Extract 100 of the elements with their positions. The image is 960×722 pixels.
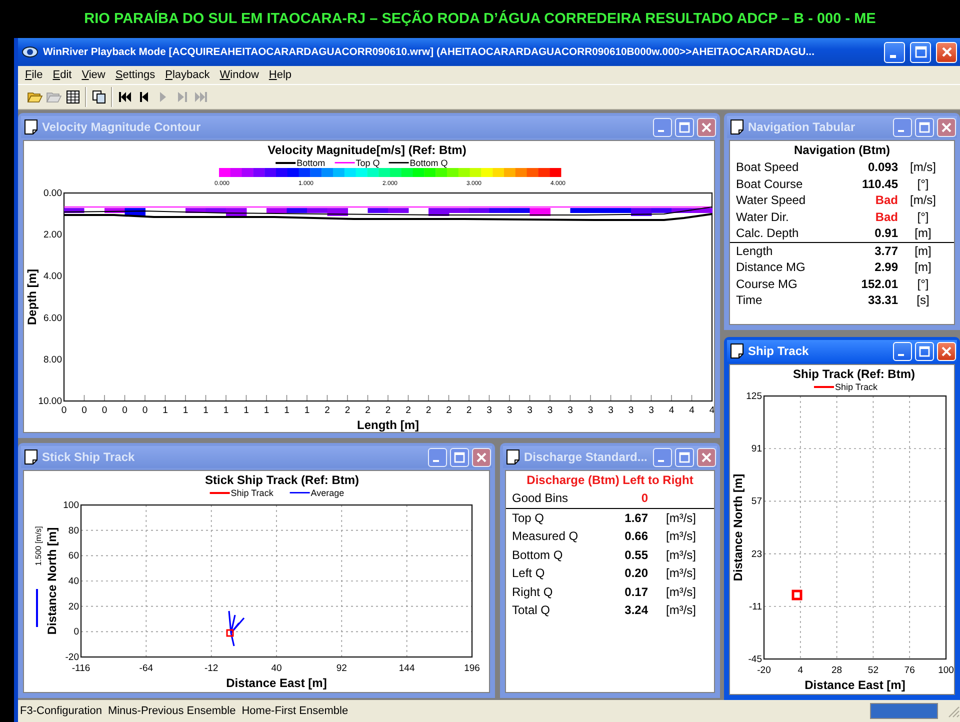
legend-label: Average	[310, 488, 344, 498]
minimize-button[interactable]	[893, 118, 912, 136]
window-title: Discharge Standard...	[524, 450, 648, 464]
tick-label: 0	[61, 405, 67, 416]
row-label: Left Q	[512, 566, 546, 580]
row-label: Total Q	[512, 603, 552, 618]
row-label: Measured Q	[512, 529, 580, 544]
menu-item[interactable]: Edit	[48, 69, 77, 81]
row-unit: [m]	[914, 226, 932, 240]
row-value: 110.45	[860, 176, 898, 191]
tick-label: 6.00	[44, 312, 62, 324]
tick-label: 144	[398, 663, 415, 674]
document-icon	[23, 119, 39, 135]
maximize-icon	[919, 122, 930, 132]
tick-label: 2	[344, 405, 350, 416]
row-value: 2.99	[874, 260, 898, 274]
tick-label: 3	[486, 405, 492, 416]
tick-label: -20	[757, 665, 771, 676]
row-unit: [m/s]	[909, 193, 937, 208]
row-label: Top Q	[512, 510, 546, 525]
tick-label: 3	[628, 405, 634, 416]
tick-label: 1	[284, 405, 290, 416]
row-label: Good Bins	[512, 491, 570, 506]
chart-title: Velocity Magnitude[m/s] (Ref: Btm)	[268, 143, 466, 157]
menu-item[interactable]: View	[76, 69, 110, 81]
maximize-button[interactable]	[450, 448, 469, 466]
row-unit: [m]	[914, 244, 932, 258]
document-icon	[23, 449, 39, 465]
status-text: F3-Configuration	[20, 705, 102, 717]
tick-label: 91	[751, 444, 762, 455]
axis-title: Distance East [m]	[226, 676, 327, 690]
chart-title: Stick Ship Track (Ref: Btm)	[204, 473, 360, 487]
window-title: Ship Track	[748, 344, 810, 358]
row-value: 0.55	[624, 548, 648, 562]
tick-label: 100	[938, 665, 954, 676]
minimize-button[interactable]	[428, 448, 447, 466]
legend-label: Bottom	[296, 158, 326, 168]
window-title: WinRiver Playback Mode [ACQUIREAHEITAOCARARDAGUACORR090610.wrw] (AHEITAOCARARDAGUACORR090610B000w.000>>AHEITAOCARARDAGU...	[43, 46, 816, 58]
tick-label: 0	[82, 405, 87, 416]
document-icon	[729, 119, 745, 135]
row-value: 0.20	[624, 566, 648, 580]
axis-title: Distance East [m]	[804, 678, 906, 692]
tick-label: 76	[904, 665, 915, 676]
close-button[interactable]	[697, 118, 716, 136]
row-label: Course MG	[736, 276, 798, 291]
window-title: Navigation Tabular	[748, 120, 856, 134]
minimize-button[interactable]	[653, 118, 672, 136]
tick-label: 2	[446, 405, 452, 416]
minimize-icon	[890, 54, 896, 58]
minimize-icon	[898, 130, 904, 132]
tick-label: 3	[608, 405, 614, 416]
close-button[interactable]	[472, 448, 491, 466]
tick-label: 4.00	[44, 271, 62, 282]
minimize-button[interactable]	[653, 448, 672, 466]
eye-icon	[22, 46, 38, 58]
row-unit: [m³/s]	[665, 584, 697, 599]
maximize-button[interactable]	[675, 448, 694, 466]
row-label: Water Dir.	[736, 210, 790, 224]
close-button[interactable]	[937, 118, 956, 136]
row-value: 33.31	[866, 293, 898, 308]
menu-item[interactable]: Help	[264, 69, 297, 81]
tick-label: 125	[746, 391, 762, 402]
tick-label: 3	[648, 405, 654, 416]
tick-label: 2	[406, 405, 411, 416]
document-icon	[505, 449, 521, 465]
menu-item[interactable]: Window	[214, 69, 264, 81]
resize-grip-icon[interactable]	[946, 704, 960, 718]
menu-item[interactable]: Playback	[160, 69, 215, 81]
axis-title: Distance North [m]	[731, 474, 745, 582]
maximize-button[interactable]	[915, 118, 934, 136]
tick-label: 2	[385, 405, 391, 416]
maximize-icon	[914, 46, 926, 58]
copy-icon	[90, 89, 106, 105]
menu-item[interactable]: Settings	[110, 69, 160, 81]
tick-label: 80	[68, 525, 79, 536]
row-value: 0	[640, 491, 648, 506]
row-value: 152.01	[860, 276, 898, 291]
maximize-button[interactable]	[675, 118, 694, 136]
close-icon	[476, 452, 487, 462]
status-text: Home-First Ensemble	[242, 705, 348, 717]
tick-label: 20	[68, 601, 79, 612]
tick-label: 1	[203, 405, 208, 416]
tick-label: 4	[709, 405, 714, 416]
ship-track-drawing	[226, 610, 245, 647]
row-label: Boat Course	[736, 176, 804, 191]
close-button[interactable]	[697, 448, 716, 466]
close-icon	[940, 46, 952, 58]
tick-label: 2	[426, 405, 432, 416]
tick-label: 0.00	[44, 188, 62, 199]
tick-label: 1	[304, 405, 310, 416]
tick-label: 196	[464, 663, 480, 674]
minimize-icon	[433, 460, 439, 462]
tick-label: 2	[365, 405, 370, 416]
tick-label: 40	[68, 576, 79, 587]
row-label: Calc. Depth	[736, 226, 800, 240]
row-value: 3.77	[874, 244, 898, 258]
tick-label: 52	[868, 665, 878, 676]
axis-title: Length [m]	[357, 418, 419, 432]
menu-item[interactable]: File	[20, 69, 48, 81]
tick-label: 0	[142, 405, 148, 416]
